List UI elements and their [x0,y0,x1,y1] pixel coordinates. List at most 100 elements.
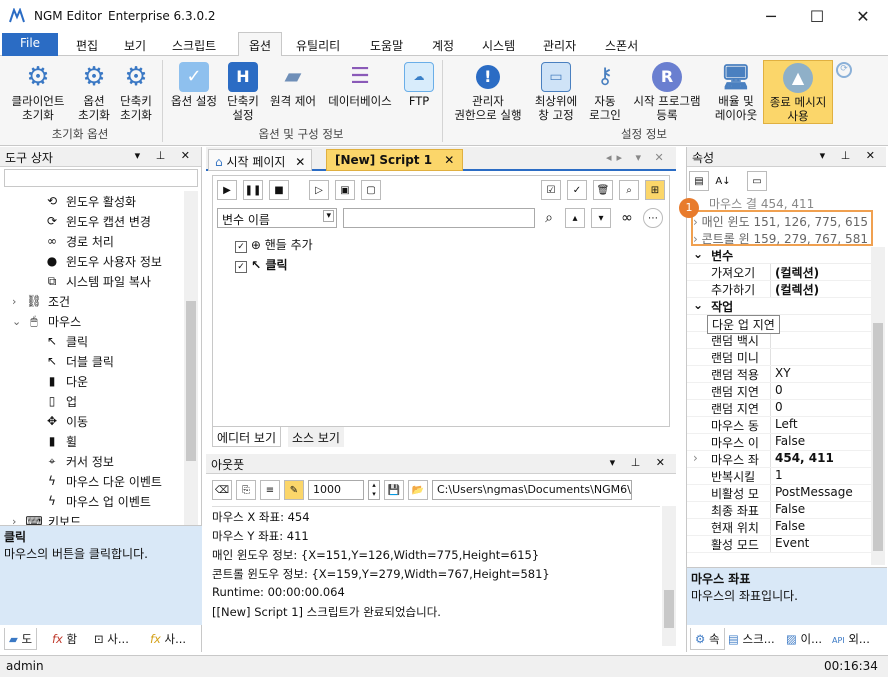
property-value[interactable]: (컬렉션) [771,264,819,280]
tab-toolbox[interactable]: ▰ 도 [4,628,38,650]
reset-client-button[interactable]: ⚙ 클라이언트 초기화 [2,62,74,122]
property-row[interactable]: › 마우스 좌 454, 411 [687,451,871,468]
play-button[interactable]: ▶ [217,180,237,200]
property-value[interactable]: False [771,434,805,450]
property-row[interactable]: 랜덤 지연 0 [687,400,871,417]
panel-controls[interactable]: ▾ ⊥ ✕ [820,149,881,164]
property-value[interactable]: XY [771,366,791,382]
tab-user-functions[interactable]: fx 사... [146,628,190,650]
close-button[interactable]: ✕ [840,0,886,32]
variable-search-input[interactable] [343,208,535,228]
property-value[interactable] [771,349,775,365]
property-row[interactable]: 현재 위치 False [687,519,871,536]
tab-nav-controls[interactable]: ◂▸ ▾ ✕ [606,151,669,164]
startup-register-button[interactable]: R 시작 프로그램 등록 [626,62,708,122]
stop-button[interactable]: ■ [269,180,289,200]
toolbox-item[interactable]: › ⌨ 키보드 [0,511,184,525]
reset-hotkeys-button[interactable]: ⚙ 단축키 초기화 [112,62,160,122]
tab-system[interactable]: 시스템 [472,34,525,56]
toolbox-item[interactable]: ϟ 마우스 업 이벤트 [0,491,184,511]
reset-options-button[interactable]: ⚙ 옵션 초기화 [70,62,118,122]
scrollbar-thumb[interactable] [186,301,196,461]
toolbox-scrollbar[interactable] [184,191,198,525]
close-icon[interactable]: ✕ [295,155,305,169]
close-icon[interactable]: ✕ [444,153,454,167]
toolbox-search-input[interactable] [4,169,198,187]
tab-script-1[interactable]: [New] Script 1 ✕ [326,149,464,171]
refresh-icon[interactable]: ⟳ [836,62,852,78]
minimize-button[interactable]: ─ [748,0,794,32]
toolbox-item[interactable]: ⟳ 윈도우 캡션 변경 [0,211,184,231]
check-button[interactable]: ✓ [567,180,587,200]
property-row-main-window[interactable]: › 매인 윈도 151, 126, 775, 615 [693,213,871,230]
path-input[interactable]: C:\Users\ngmas\Documents\NGM6\ [432,480,632,500]
maximize-button[interactable]: ☐ [794,0,840,32]
interval-stepper[interactable]: ▴ ▾ [368,480,380,500]
panel-controls[interactable]: ▾ ⊥ ✕ [610,456,671,471]
eraser-button[interactable]: ✎ [284,480,304,500]
variable-select[interactable]: 변수 이름 ▾ [217,208,337,228]
tab-admin[interactable]: 관리자 [533,34,586,56]
toolbox-item[interactable]: ⌄ 🖱 마우스 [0,311,184,331]
tab-account[interactable]: 계정 [422,34,464,56]
tab-sponsor[interactable]: 스폰서 [595,34,648,56]
more-icon[interactable]: ⋯ [643,208,663,228]
toolbox-item[interactable]: ↖ 더블 클릭 [0,351,184,371]
pause-button[interactable]: ❚❚ [243,180,263,200]
property-value[interactable] [771,332,775,348]
property-row[interactable]: 추가하기 (컬렉션) [687,281,871,298]
property-row[interactable]: 최종 좌표 False [687,502,871,519]
link-icon[interactable]: ∞ [617,208,637,228]
toolbox-item[interactable]: ⌖ 커서 정보 [0,451,184,471]
property-value[interactable]: False [771,502,805,518]
tab-images[interactable]: ▨ 이... [782,628,826,650]
property-section-header[interactable]: ⌄ 작업 [687,298,871,315]
tab-source-view[interactable]: 소스 보기 [288,427,344,447]
property-pages-button[interactable]: ▭ [747,171,767,191]
search-button[interactable]: ⌕ [619,180,639,200]
property-value[interactable]: False [771,519,805,535]
toolbox-item[interactable]: ▮ 다운 [0,371,184,391]
run-as-admin-button[interactable]: ! 관리자 권한으로 실행 [446,60,530,122]
property-row-control-window[interactable]: › 콘트롤 윈 159, 279, 767, 581 [693,230,871,247]
panel-controls[interactable]: ▾ ⊥ ✕ [135,149,196,164]
chevron-down-icon[interactable]: ⌄ [12,315,22,328]
exit-message-button[interactable]: ▲ 종료 메시지 사용 [763,60,833,124]
export-button[interactable]: ⎘ [236,480,256,500]
tab-script[interactable]: 스크립트 [162,34,226,56]
property-row[interactable]: 다운 업 지연 [687,315,871,334]
property-row[interactable]: 활성 모드 Event [687,536,871,553]
properties-scrollbar[interactable] [871,247,885,565]
search-icon[interactable]: ⌕ [539,208,559,228]
scrollbar-thumb[interactable] [664,590,674,628]
property-value[interactable]: (컬렉션) [771,281,819,297]
toolbox-item[interactable]: ● 윈도우 사용자 정보 [0,251,184,271]
property-section-header[interactable]: ⌄ 변수 [687,247,871,264]
chevron-right-icon[interactable]: › [12,515,22,526]
toolbox-item[interactable]: ⧉ 시스템 파일 복사 [0,271,184,291]
property-row[interactable]: 비활성 모 PostMessage [687,485,871,502]
toolbox-item[interactable]: ▮ 휠 [0,431,184,451]
auto-login-button[interactable]: ⚷ 자동 로그인 [584,62,626,123]
property-value[interactable]: 0 [771,400,783,416]
clear-output-button[interactable]: ⌫ [212,480,232,500]
line-checkbox[interactable]: ✓ [235,261,247,273]
output-scrollbar[interactable] [662,506,676,646]
property-value[interactable]: 1 [771,468,783,484]
property-value[interactable]: 454, 411 [771,451,834,467]
toolbox-item[interactable]: ▯ 업 [0,391,184,411]
toolbox-item[interactable]: ↖ 클릭 [0,331,184,351]
tab-scripts[interactable]: ▤ 스크... [724,628,779,650]
check-all-button[interactable]: ☑ [541,180,561,200]
play-from-button[interactable]: ▣ [335,180,355,200]
tab-user[interactable]: ⊡ 사... [90,628,133,650]
tab-properties[interactable]: ⚙ 속 [690,628,725,650]
tab-utility[interactable]: 유틸리티 [286,34,350,56]
tree-view-button[interactable]: ⊞ [645,180,665,200]
property-row[interactable]: 마우스 동 Left [687,417,871,434]
tab-functions[interactable]: fx 함 [48,628,81,650]
scrollbar-thumb[interactable] [873,323,883,551]
tab-view[interactable]: 보기 [114,34,156,56]
property-row[interactable]: 가져오기 (컬렉션) [687,264,871,281]
tab-options[interactable]: 옵션 [238,32,283,57]
